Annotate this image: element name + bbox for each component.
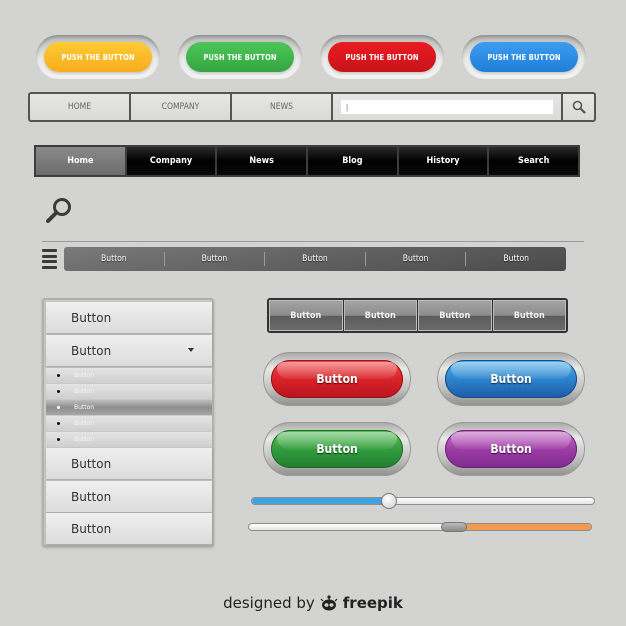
menu-item-label: Button bbox=[71, 521, 112, 536]
slider-fill bbox=[454, 524, 591, 530]
dark-nav-item-news[interactable]: News bbox=[217, 147, 307, 175]
submenu-item[interactable]: Button bbox=[46, 384, 212, 399]
push-button-red[interactable]: PUSH THE BUTTON bbox=[328, 42, 436, 72]
light-nav-bar: HOME COMPANY NEWS bbox=[28, 92, 596, 122]
menu-item[interactable]: Button bbox=[46, 513, 212, 544]
search-icon bbox=[572, 100, 586, 114]
vertical-menu: Button Button Button Button Button Butto… bbox=[42, 298, 214, 547]
bullet-icon bbox=[57, 438, 60, 441]
menu-item[interactable]: Button bbox=[46, 448, 212, 479]
hamburger-icon[interactable] bbox=[42, 249, 57, 269]
slider-fill bbox=[252, 498, 389, 504]
bullet-icon bbox=[57, 374, 60, 377]
push-button-blue[interactable]: PUSH THE BUTTON bbox=[470, 42, 578, 72]
dark-nav-item-search[interactable]: Search bbox=[489, 147, 579, 175]
submenu-item-label: Button bbox=[74, 436, 95, 443]
segment-button[interactable]: Button bbox=[492, 300, 566, 331]
glossy-button-blue-frame: Button bbox=[437, 352, 585, 406]
search-button[interactable] bbox=[563, 94, 594, 120]
footer-brand: freepik bbox=[342, 594, 403, 612]
dark-nav-item-history[interactable]: History bbox=[398, 147, 488, 175]
push-button-green-frame: PUSH THE BUTTON bbox=[178, 35, 302, 79]
submenu-item-label: Button bbox=[74, 388, 95, 395]
segment-button[interactable]: Button bbox=[343, 300, 417, 331]
submenu-item-label: Button bbox=[74, 404, 95, 411]
glossy-button-green[interactable]: Button bbox=[271, 430, 403, 468]
footer-prefix: designed by bbox=[223, 594, 315, 612]
grey-bar-button[interactable]: Button bbox=[265, 252, 366, 266]
dark-nav-item-home[interactable]: Home bbox=[36, 147, 125, 175]
glossy-button-blue[interactable]: Button bbox=[445, 360, 577, 398]
menu-item[interactable]: Button bbox=[46, 302, 212, 333]
nav-item-company[interactable]: COMPANY bbox=[131, 94, 232, 120]
grey-bar-button[interactable]: Button bbox=[366, 252, 467, 266]
push-button-yellow[interactable]: PUSH THE BUTTON bbox=[44, 42, 152, 72]
footer-credit: designed by freepik bbox=[0, 594, 626, 612]
button-label: Button bbox=[490, 442, 532, 456]
submenu-item[interactable]: Button bbox=[46, 368, 212, 383]
menu-item-label: Button bbox=[71, 343, 112, 358]
menu-item-label: Button bbox=[71, 310, 112, 325]
slider-handle[interactable] bbox=[441, 522, 468, 532]
grey-button-bar: Button Button Button Button Button bbox=[64, 247, 566, 271]
search-icon[interactable] bbox=[44, 196, 74, 226]
button-label: Button bbox=[316, 442, 358, 456]
caret-down-icon bbox=[188, 348, 194, 352]
bullet-icon bbox=[57, 390, 60, 393]
glossy-button-green-frame: Button bbox=[263, 422, 411, 476]
menu-item-label: Button bbox=[71, 489, 112, 504]
slider-orange[interactable] bbox=[248, 522, 592, 532]
nav-item-home[interactable]: HOME bbox=[30, 94, 131, 120]
glossy-button-red-frame: Button bbox=[263, 352, 411, 406]
bullet-icon bbox=[57, 422, 60, 425]
submenu-item[interactable]: Button bbox=[46, 416, 212, 431]
button-label: Button bbox=[316, 372, 358, 386]
push-button-yellow-frame: PUSH THE BUTTON bbox=[36, 35, 160, 79]
segment-button[interactable]: Button bbox=[418, 300, 492, 331]
push-button-red-frame: PUSH THE BUTTON bbox=[320, 35, 444, 79]
dark-nav-item-blog[interactable]: Blog bbox=[308, 147, 397, 175]
dark-nav-item-company[interactable]: Company bbox=[126, 147, 216, 175]
push-button-green[interactable]: PUSH THE BUTTON bbox=[186, 42, 294, 72]
slider-knob[interactable] bbox=[380, 493, 397, 509]
submenu-item[interactable]: Button bbox=[46, 432, 212, 447]
divider bbox=[42, 241, 584, 242]
search-field-container bbox=[333, 94, 563, 120]
grey-bar-button[interactable]: Button bbox=[64, 252, 165, 266]
button-label: Button bbox=[490, 372, 532, 386]
slider-blue[interactable] bbox=[251, 493, 595, 509]
dark-nav-bar: Home Company News Blog History Search bbox=[34, 145, 580, 177]
menu-item-dropdown[interactable]: Button bbox=[46, 335, 212, 366]
freepik-logo-icon bbox=[320, 595, 338, 611]
grey-bar-button[interactable]: Button bbox=[165, 252, 266, 266]
glossy-button-red[interactable]: Button bbox=[271, 360, 403, 398]
search-input[interactable] bbox=[341, 100, 553, 114]
bullet-icon bbox=[57, 406, 60, 409]
glossy-button-purple[interactable]: Button bbox=[445, 430, 577, 468]
push-button-blue-frame: PUSH THE BUTTON bbox=[462, 35, 586, 79]
segment-button[interactable]: Button bbox=[269, 300, 343, 331]
grey-bar-button[interactable]: Button bbox=[466, 252, 566, 266]
submenu-item-label: Button bbox=[74, 372, 95, 379]
submenu-item-active[interactable]: Button bbox=[46, 400, 212, 415]
nav-item-news[interactable]: NEWS bbox=[232, 94, 333, 120]
segmented-button-bar: Button Button Button Button bbox=[267, 298, 568, 333]
menu-item[interactable]: Button bbox=[46, 481, 212, 512]
glossy-button-purple-frame: Button bbox=[437, 422, 585, 476]
menu-item-label: Button bbox=[71, 456, 112, 471]
submenu-item-label: Button bbox=[74, 420, 95, 427]
